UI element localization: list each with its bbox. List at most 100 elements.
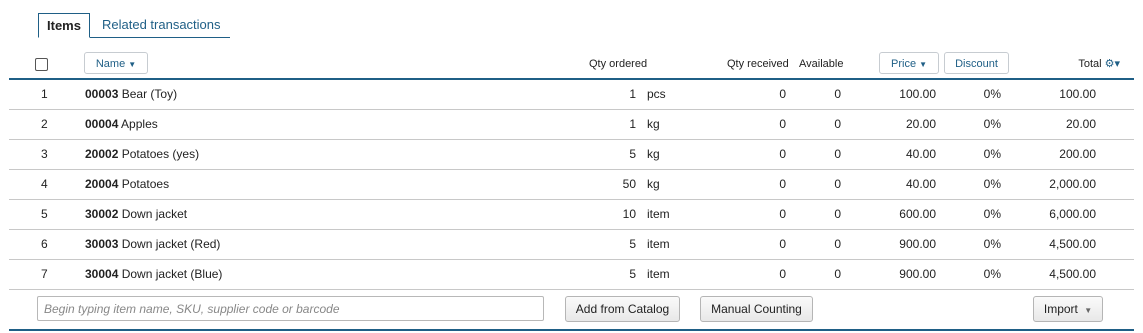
qty-received-value: 0	[779, 147, 786, 161]
item-name-cell[interactable]: 20002 Potatoes (yes)	[85, 139, 199, 169]
chevron-down-icon: ▼	[919, 60, 927, 69]
item-name-cell[interactable]: 30002 Down jacket	[85, 199, 187, 229]
available-value: 0	[834, 267, 841, 281]
available-value: 0	[834, 177, 841, 191]
table-row[interactable]: 1 00003 Bear (Toy) 1 pcs 0 0 100.00 0% 1…	[9, 79, 1134, 110]
unit-value: item	[647, 237, 670, 251]
price-value[interactable]: 900.00	[869, 259, 936, 289]
discount-value[interactable]: 0%	[959, 169, 1001, 199]
name-column-label: Name	[95, 58, 126, 70]
item-name: Apples	[121, 117, 158, 131]
qty-received-value: 0	[779, 267, 786, 281]
discount-value[interactable]: 0%	[959, 109, 1001, 139]
unit-value: kg	[647, 177, 660, 191]
discount-sort-button[interactable]: Discount	[944, 52, 1009, 74]
discount-value[interactable]: 0%	[959, 199, 1001, 229]
table-row[interactable]: 4 20004 Potatoes 50 kg 0 0 40.00 0% 2,00…	[9, 169, 1134, 200]
item-sku: 30002	[85, 207, 119, 221]
qty-received-value: 0	[779, 87, 786, 101]
price-value[interactable]: 100.00	[869, 79, 936, 109]
tab-items[interactable]: Items	[38, 13, 90, 38]
qty-received-value: 0	[779, 117, 786, 131]
price-value[interactable]: 40.00	[869, 169, 936, 199]
discount-value[interactable]: 0%	[959, 139, 1001, 169]
item-sku: 20004	[85, 177, 119, 191]
available-value: 0	[834, 207, 841, 221]
price-value[interactable]: 600.00	[869, 199, 936, 229]
item-name: Down jacket (Blue)	[121, 267, 223, 281]
item-name: Down jacket (Red)	[121, 237, 221, 251]
qty-ordered-value[interactable]: 5	[569, 139, 636, 169]
total-value: 4,500.00	[1049, 267, 1096, 281]
qty-ordered-value[interactable]: 1	[569, 109, 636, 139]
qty-received-value: 0	[779, 177, 786, 191]
table-row[interactable]: 7 30004 Down jacket (Blue) 5 item 0 0 90…	[9, 259, 1134, 290]
item-name-cell[interactable]: 30003 Down jacket (Red)	[85, 229, 220, 259]
chevron-down-icon: ▼	[128, 60, 137, 69]
table-row[interactable]: 6 30003 Down jacket (Red) 5 item 0 0 900…	[9, 229, 1134, 260]
discount-value[interactable]: 0%	[959, 229, 1001, 259]
qty-ordered-value[interactable]: 5	[569, 229, 636, 259]
item-sku: 30003	[85, 237, 119, 251]
row-number: 3	[41, 147, 48, 161]
unit-value: item	[647, 207, 670, 221]
table-footer: Add from Catalog Manual Counting Import …	[9, 289, 1134, 331]
gear-icon[interactable]: ⚙▾	[1105, 58, 1120, 70]
qty-received-header: Qty received	[727, 58, 789, 70]
manual-counting-button[interactable]: Manual Counting	[700, 296, 813, 322]
caret-down-icon: ▼	[1084, 306, 1093, 315]
price-column-label: Price	[891, 58, 917, 70]
item-sku: 00004	[85, 117, 119, 131]
table-row[interactable]: 5 30002 Down jacket 10 item 0 0 600.00 0…	[9, 199, 1134, 230]
total-value: 2,000.00	[1049, 177, 1096, 191]
total-value: 6,000.00	[1049, 207, 1096, 221]
item-sku: 30004	[85, 267, 119, 281]
unit-value: kg	[647, 147, 660, 161]
select-all-checkbox[interactable]	[35, 58, 48, 71]
total-column-label: Total	[1078, 58, 1102, 70]
table-row[interactable]: 2 00004 Apples 1 kg 0 0 20.00 0% 20.00	[9, 109, 1134, 140]
item-name-cell[interactable]: 20004 Potatoes	[85, 169, 169, 199]
total-header[interactable]: Total ⚙▾	[1078, 50, 1120, 78]
price-value[interactable]: 40.00	[869, 139, 936, 169]
row-number: 1	[41, 87, 48, 101]
total-value: 20.00	[1065, 117, 1096, 131]
name-sort-button[interactable]: Name ▼	[84, 52, 148, 74]
qty-ordered-value[interactable]: 5	[569, 259, 636, 289]
qty-ordered-value[interactable]: 50	[569, 169, 636, 199]
tab-bar: Items Related transactions	[38, 13, 230, 38]
item-sku: 20002	[85, 147, 119, 161]
qty-received-value: 0	[779, 237, 786, 251]
row-number: 4	[41, 177, 48, 191]
item-name-cell[interactable]: 30004 Down jacket (Blue)	[85, 259, 222, 289]
available-value: 0	[834, 87, 841, 101]
item-name-cell[interactable]: 00003 Bear (Toy)	[85, 79, 177, 109]
item-name-cell[interactable]: 00004 Apples	[85, 109, 158, 139]
import-button[interactable]: Import ▼	[1033, 296, 1103, 322]
total-value: 4,500.00	[1049, 237, 1096, 251]
price-value[interactable]: 900.00	[869, 229, 936, 259]
row-number: 5	[41, 207, 48, 221]
add-from-catalog-button[interactable]: Add from Catalog	[565, 296, 680, 322]
table-header: Name ▼ Qty ordered Qty received Available…	[9, 50, 1134, 80]
unit-value: pcs	[647, 87, 666, 101]
row-number: 2	[41, 117, 48, 131]
item-name: Potatoes	[121, 177, 170, 191]
item-name: Potatoes (yes)	[121, 147, 200, 161]
available-value: 0	[834, 237, 841, 251]
row-number: 7	[41, 267, 48, 281]
tab-related-transactions[interactable]: Related transactions	[102, 13, 221, 37]
price-value[interactable]: 20.00	[869, 109, 936, 139]
total-value: 200.00	[1059, 147, 1096, 161]
qty-ordered-header: Qty ordered	[589, 58, 648, 70]
discount-value[interactable]: 0%	[959, 259, 1001, 289]
total-value: 100.00	[1059, 87, 1096, 101]
discount-value[interactable]: 0%	[959, 79, 1001, 109]
item-search-input[interactable]	[37, 296, 544, 321]
price-sort-button[interactable]: Price ▼	[879, 52, 939, 74]
qty-ordered-value[interactable]: 1	[569, 79, 636, 109]
qty-received-value: 0	[779, 207, 786, 221]
table-row[interactable]: 3 20002 Potatoes (yes) 5 kg 0 0 40.00 0%…	[9, 139, 1134, 170]
qty-ordered-value[interactable]: 10	[569, 199, 636, 229]
item-name: Down jacket	[121, 207, 188, 221]
